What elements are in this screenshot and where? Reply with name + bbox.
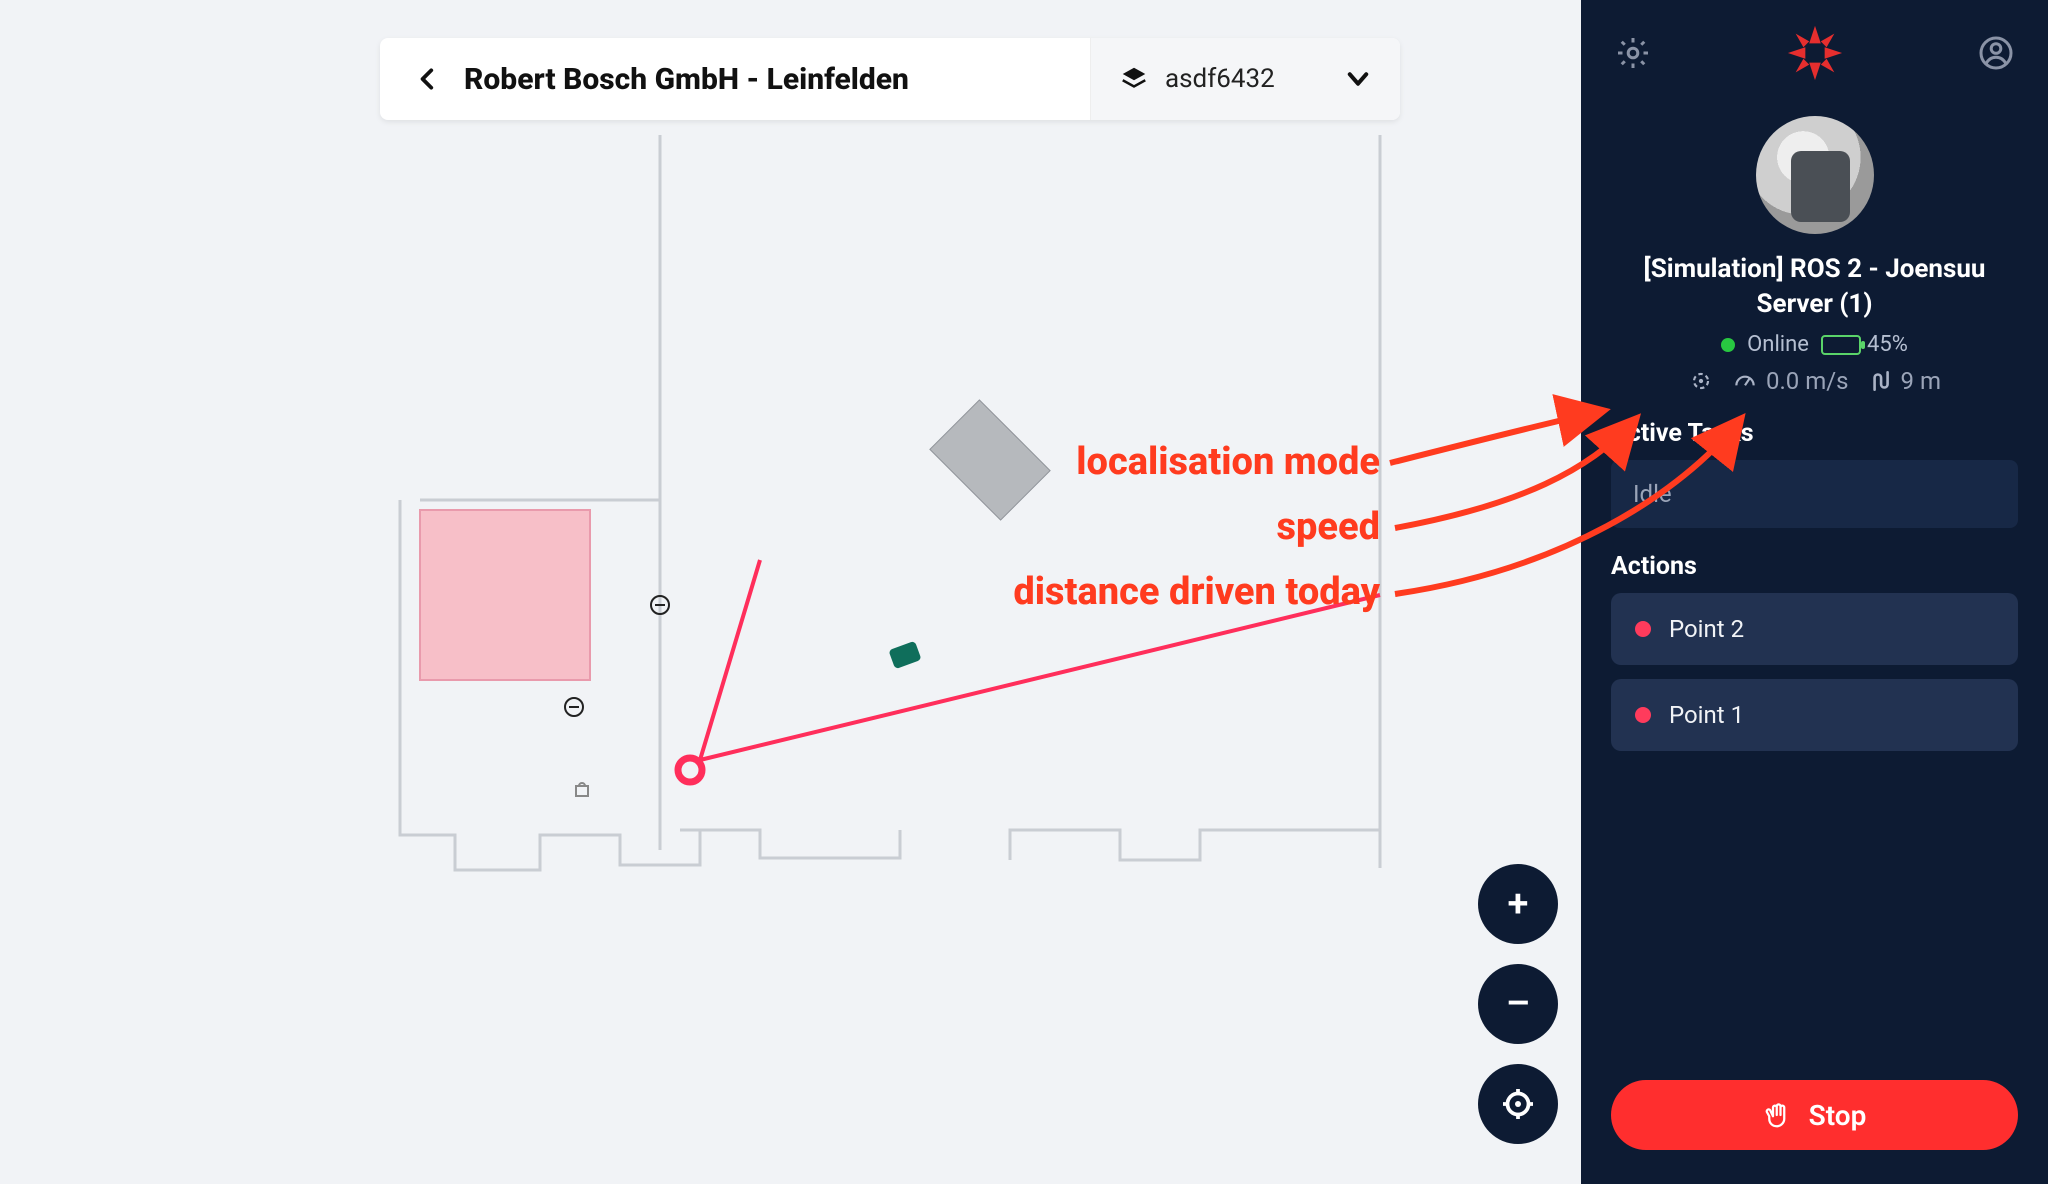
speed-value: 0.0 m/s: [1766, 367, 1849, 395]
map-waypoint: [678, 758, 702, 782]
crosshair-icon: [1500, 1086, 1536, 1122]
speed-readout: 0.0 m/s: [1732, 367, 1849, 395]
stop-label: Stop: [1809, 1099, 1867, 1132]
layers-icon: [1119, 64, 1149, 94]
zoom-out-button[interactable]: –: [1478, 964, 1558, 1044]
action-pin-icon: [1635, 707, 1651, 723]
header-bar: Robert Bosch GmbH - Leinfelden asdf6432: [380, 38, 1400, 120]
localisation-icon: [1688, 368, 1714, 394]
user-icon: [1978, 35, 2014, 71]
map-path: [700, 560, 1380, 760]
hand-icon: [1763, 1100, 1793, 1130]
account-button[interactable]: [1978, 35, 2014, 75]
zoom-in-button[interactable]: +: [1478, 864, 1558, 944]
active-tasks-heading: Active Tasks: [1611, 419, 2018, 448]
door-icon: [576, 783, 588, 796]
map-selector-label: asdf6432: [1165, 64, 1328, 94]
action-point-1[interactable]: Point 1: [1611, 679, 2018, 751]
map-canvas[interactable]: [0, 0, 1581, 1184]
settings-button[interactable]: [1615, 35, 1651, 75]
action-pin-icon: [1635, 621, 1651, 637]
sidebar: [Simulation] ROS 2 - Joensuu Server (1) …: [1581, 0, 2048, 1184]
action-label: Point 2: [1669, 615, 1744, 643]
status-label: Online: [1747, 332, 1809, 357]
gauge-icon: [1732, 368, 1758, 394]
battery-indicator: 45%: [1821, 332, 1908, 357]
recenter-button[interactable]: [1478, 1064, 1558, 1144]
robot-avatar: [1756, 116, 1874, 234]
task-state[interactable]: Idle: [1611, 460, 2018, 528]
map-obstacle-grey: [930, 400, 1050, 520]
map-selector[interactable]: asdf6432: [1090, 38, 1400, 120]
gear-icon: [1615, 35, 1651, 71]
localisation-mode: [1688, 368, 1714, 394]
robot-name: [Simulation] ROS 2 - Joensuu Server (1): [1611, 252, 2018, 322]
online-indicator-icon: [1721, 338, 1735, 352]
page-title: Robert Bosch GmbH - Leinfelden: [458, 62, 1090, 97]
route-icon: [1867, 368, 1893, 394]
action-label: Point 1: [1669, 701, 1744, 729]
chevron-left-icon: [415, 66, 441, 92]
back-button[interactable]: [398, 49, 458, 109]
map-zone-pink: [420, 510, 590, 680]
chevron-down-icon: [1344, 65, 1372, 93]
status-row: Online 45%: [1611, 332, 2018, 357]
stop-button[interactable]: Stop: [1611, 1080, 2018, 1150]
zoom-controls: + –: [1478, 864, 1558, 1144]
distance-value: 9 m: [1901, 367, 1942, 395]
battery-percent: 45%: [1867, 332, 1908, 357]
distance-readout: 9 m: [1867, 367, 1942, 395]
robot-marker: [888, 641, 921, 669]
floorplan-svg: [0, 0, 1581, 1184]
action-point-2[interactable]: Point 2: [1611, 593, 2018, 665]
actions-heading: Actions: [1611, 552, 2018, 581]
brand-logo: [1786, 24, 1844, 86]
